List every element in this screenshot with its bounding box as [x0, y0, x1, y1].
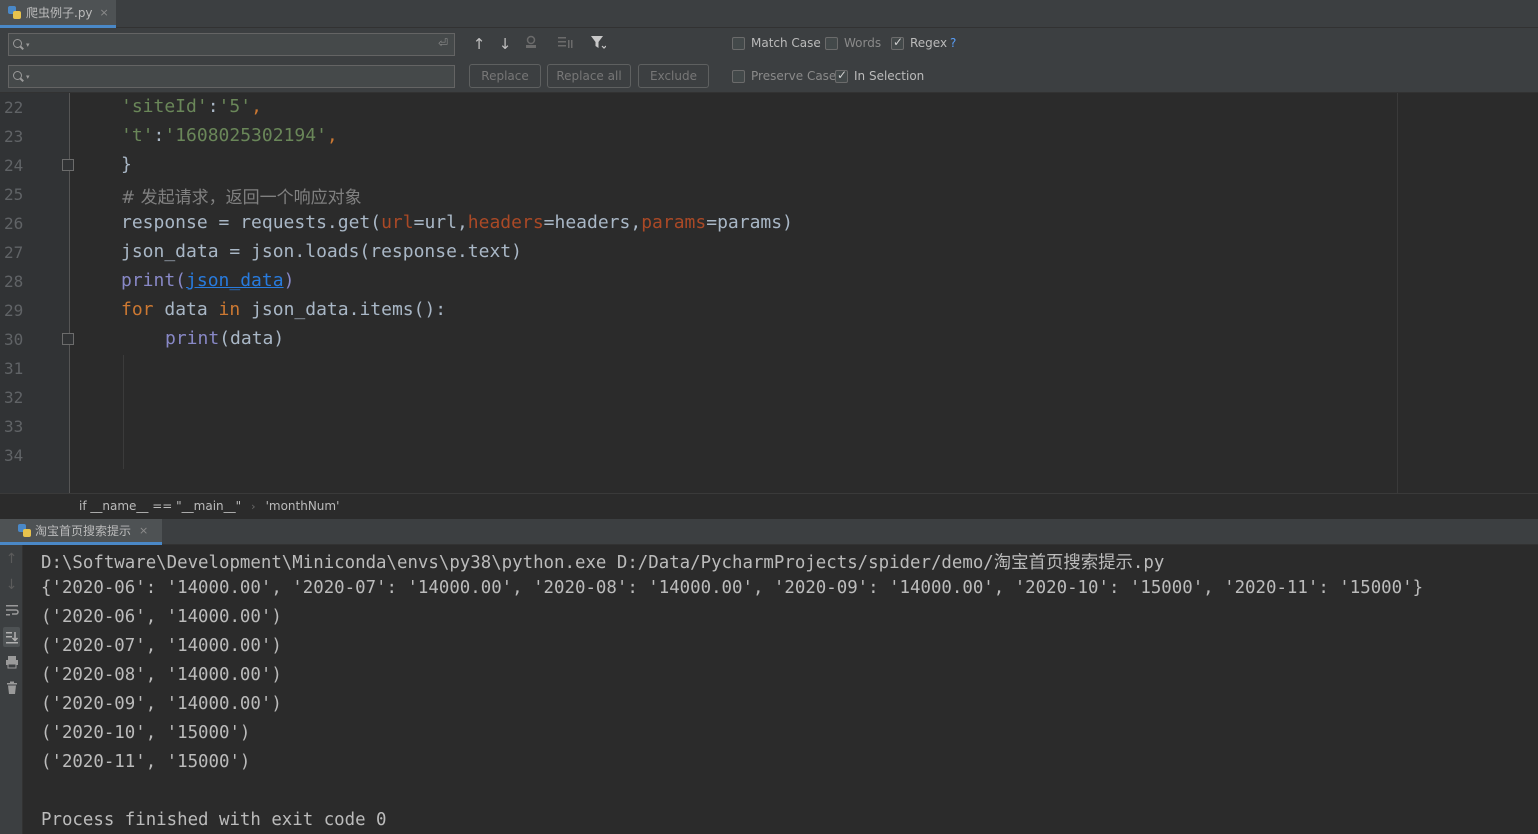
replace-button[interactable]: Replace — [469, 64, 541, 88]
console-output-line: {'2020-06': '14000.00', '2020-07': '1400… — [41, 578, 1424, 598]
in-selection-checkbox[interactable]: In Selection — [835, 68, 925, 83]
python-run-icon — [18, 524, 31, 537]
python-file-icon — [8, 6, 21, 19]
right-margin-guide — [1397, 93, 1398, 493]
line-number: 30 — [4, 330, 24, 349]
code-line-24: } — [121, 154, 132, 175]
regex-label: Regex — [910, 36, 948, 50]
match-case-label: Match Case — [751, 36, 821, 50]
words-box[interactable] — [825, 36, 838, 50]
console-output-line: ('2020-07', '14000.00') — [41, 636, 282, 656]
find-replace-panel: ▾ ⏎ ▾ ↑ ↓ Match Case Words Regex ? Prese… — [0, 28, 1538, 93]
up-arrow-icon[interactable]: ↑ — [3, 551, 20, 567]
line-number-gutter: 22 23 24 25 26 27 28 29 30 31 32 33 34 — [0, 93, 70, 493]
line-number: 26 — [4, 214, 24, 233]
console-output-line: ('2020-09', '14000.00') — [41, 694, 282, 714]
code-editor[interactable]: 22 23 24 25 26 27 28 29 30 31 32 33 34 '… — [0, 93, 1538, 493]
run-tab-bar: 淘宝首页搜索提示 × — [0, 518, 1538, 545]
console-output-line: ('2020-10', '15000') — [41, 723, 251, 743]
editor-tab-bar: 爬虫例子.py × — [0, 0, 1538, 28]
filter-icon[interactable] — [589, 35, 607, 54]
exclude-button[interactable]: Exclude — [638, 64, 709, 88]
print-icon[interactable] — [3, 655, 20, 673]
trash-icon[interactable] — [3, 681, 20, 699]
line-number: 32 — [4, 388, 24, 407]
line-number: 25 — [4, 185, 24, 204]
search-history-dropdown-icon[interactable]: ▾ — [26, 41, 30, 49]
code-line-29: for data in json_data.items(): — [121, 299, 447, 320]
code-line-26: response = requests.get(url=url,headers=… — [121, 212, 793, 233]
search-icon[interactable] — [13, 70, 25, 83]
match-case-checkbox[interactable]: Match Case — [732, 36, 821, 50]
regex-checkbox[interactable]: Regex — [891, 35, 948, 50]
editor-tab[interactable]: 爬虫例子.py × — [0, 0, 116, 28]
words-label: Words — [844, 36, 882, 50]
replace-history-dropdown-icon[interactable]: ▾ — [26, 73, 30, 81]
search-field[interactable]: ▾ ⏎ — [8, 33, 455, 56]
breadcrumb-item-monthnum[interactable]: 'monthNum' — [266, 499, 340, 513]
breadcrumb-item-main[interactable]: if __name__ == "__main__" — [79, 499, 241, 513]
words-checkbox[interactable]: Words — [825, 36, 881, 50]
preserve-case-box[interactable] — [732, 69, 745, 83]
code-line-27: json_data = json.loads(response.text) — [121, 241, 522, 262]
code-line-23: 't':'1608025302194', — [121, 125, 338, 146]
breadcrumb-separator: › — [251, 499, 256, 513]
in-selection-box[interactable] — [835, 68, 848, 83]
previous-occurrence-icon[interactable]: ↑ — [470, 35, 488, 53]
console-command-line: D:\Software\Development\Miniconda\envs\p… — [41, 553, 1165, 573]
line-number: 23 — [4, 127, 24, 146]
close-run-tab-icon[interactable]: × — [139, 524, 148, 537]
search-icon[interactable] — [13, 38, 25, 51]
console-output-line: ('2020-06', '14000.00') — [41, 607, 282, 627]
preserve-case-checkbox[interactable]: Preserve Case — [732, 69, 836, 83]
fold-marker-icon[interactable] — [62, 333, 74, 345]
line-number: 22 — [4, 98, 24, 117]
code-line-30: print(data) — [165, 328, 285, 349]
editor-tab-label: 爬虫例子.py — [26, 6, 93, 20]
line-number: 33 — [4, 417, 24, 436]
scroll-to-end-icon[interactable] — [3, 627, 20, 647]
console-output-line: ('2020-11', '15000') — [41, 752, 251, 772]
fold-marker-icon[interactable] — [62, 159, 74, 171]
line-number: 29 — [4, 301, 24, 320]
indent-guide — [123, 355, 124, 469]
console-exit-line: Process finished with exit code 0 — [41, 810, 387, 830]
preserve-case-label: Preserve Case — [751, 69, 837, 83]
code-line-25-comment: # 发起请求，返回一个响应对象 — [121, 188, 362, 208]
filter-search-icon[interactable] — [556, 35, 574, 53]
console-output-line: ('2020-08', '14000.00') — [41, 665, 282, 685]
soft-wrap-icon[interactable] — [3, 603, 20, 621]
line-number: 31 — [4, 359, 24, 378]
run-tab-label: 淘宝首页搜索提示 — [35, 524, 132, 538]
down-arrow-icon[interactable]: ↓ — [3, 577, 20, 593]
replace-all-button[interactable]: Replace all — [547, 64, 631, 88]
regex-box[interactable] — [891, 35, 904, 50]
line-number: 24 — [4, 156, 24, 175]
line-number: 28 — [4, 272, 24, 291]
code-line-28: print(json_data) — [121, 270, 295, 291]
run-console[interactable]: ↑ ↓ D:\Software\Development\Miniconda\en… — [0, 545, 1538, 834]
code-line-22: 'siteId':'5', — [121, 96, 262, 117]
replace-field[interactable]: ▾ — [8, 65, 455, 88]
next-occurrence-icon[interactable]: ↓ — [496, 35, 514, 53]
regex-help-link[interactable]: ? — [950, 36, 956, 50]
line-number: 34 — [4, 446, 24, 465]
console-toolbar: ↑ ↓ — [0, 545, 23, 834]
line-number: 27 — [4, 243, 24, 262]
close-tab-icon[interactable]: × — [100, 6, 109, 19]
in-selection-label: In Selection — [854, 69, 925, 83]
run-tab[interactable]: 淘宝首页搜索提示 × — [0, 519, 162, 545]
select-all-occurrences-icon[interactable] — [522, 35, 540, 53]
match-case-box[interactable] — [732, 36, 745, 50]
breadcrumb: if __name__ == "__main__" › 'monthNum' — [0, 493, 1538, 518]
newline-icon[interactable]: ⏎ — [438, 36, 448, 50]
